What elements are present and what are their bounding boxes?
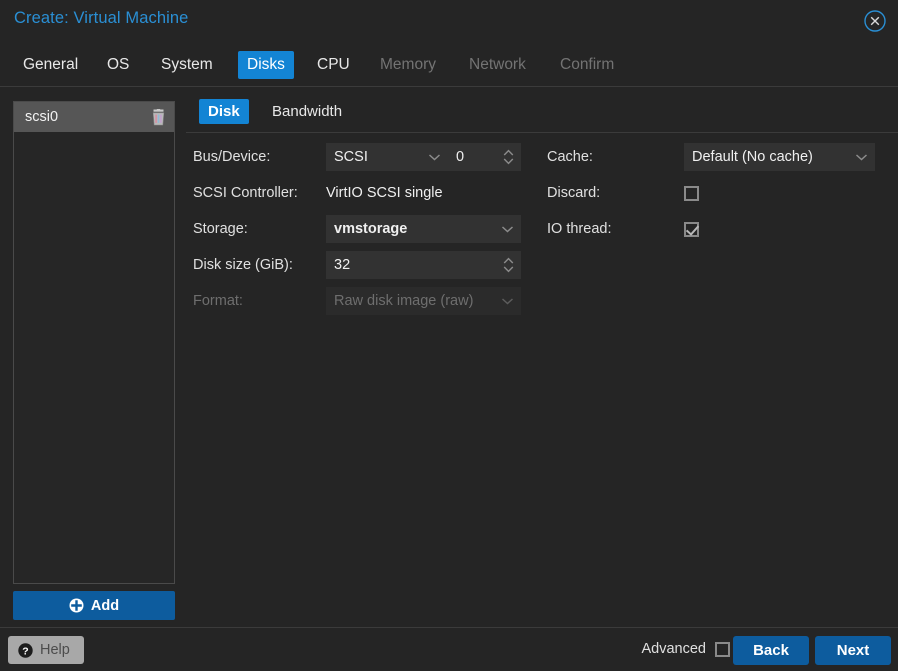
spinner-updown-icon[interactable] — [503, 148, 514, 166]
storage-select-value: vmstorage — [334, 221, 408, 237]
plus-circle-icon — [69, 598, 84, 613]
disk-size-label: Disk size (GiB): — [193, 257, 293, 273]
svg-text:?: ? — [22, 645, 28, 657]
bus-select[interactable]: SCSI — [326, 143, 448, 171]
cache-select-value: Default (No cache) — [692, 149, 813, 165]
format-label: Format: — [193, 293, 243, 309]
disk-list-item-label: scsi0 — [25, 109, 59, 125]
wizard-tab-bar: General OS System Disks CPU Memory Netwo… — [0, 44, 898, 87]
dialog-footer: ? Help Advanced Back Next — [0, 627, 898, 671]
tab-cpu[interactable]: CPU — [308, 51, 359, 79]
disk-settings-panel: Disk Bandwidth Bus/Device: SCSI 0 SCSI C… — [186, 87, 898, 627]
disk-subtab-bar: Disk Bandwidth — [199, 99, 898, 132]
scsi-controller-value: VirtIO SCSI single — [326, 185, 443, 201]
device-number-input[interactable]: 0 — [448, 143, 521, 171]
disk-list: scsi0 — [13, 101, 175, 584]
field-disk-size: Disk size (GiB): 32 — [193, 251, 521, 279]
storage-label: Storage: — [193, 221, 248, 237]
io-thread-label: IO thread: — [547, 221, 612, 237]
chevron-down-icon — [855, 153, 868, 162]
list-item[interactable]: scsi0 — [14, 102, 174, 132]
discard-label: Discard: — [547, 185, 601, 201]
field-scsi-controller: SCSI Controller: VirtIO SCSI single — [193, 179, 443, 207]
subtab-bandwidth[interactable]: Bandwidth — [263, 99, 351, 124]
add-disk-button-label: Add — [90, 597, 120, 614]
advanced-label: Advanced — [641, 641, 707, 657]
device-number-value: 0 — [456, 149, 465, 165]
help-button[interactable]: ? Help — [8, 636, 84, 664]
disk-size-input[interactable]: 32 — [326, 251, 521, 279]
format-select: Raw disk image (raw) — [326, 287, 521, 315]
field-bus-device: Bus/Device: SCSI 0 — [193, 143, 521, 171]
disk-form: Bus/Device: SCSI 0 SCSI Controller: Virt… — [186, 143, 898, 627]
chevron-down-icon — [501, 297, 514, 306]
tab-system[interactable]: System — [152, 51, 222, 79]
tab-memory: Memory — [380, 56, 436, 73]
close-circle-icon[interactable] — [863, 9, 887, 33]
create-vm-dialog: Create: Virtual Machine General OS Syste… — [0, 0, 898, 671]
tab-disks[interactable]: Disks — [238, 51, 294, 79]
discard-checkbox[interactable] — [684, 185, 699, 201]
dialog-titlebar: Create: Virtual Machine — [0, 0, 898, 44]
field-io-thread: IO thread: — [547, 215, 699, 243]
back-button[interactable]: Back — [733, 636, 809, 665]
subtab-disk[interactable]: Disk — [199, 99, 249, 124]
disk-size-value: 32 — [334, 257, 351, 273]
spinner-updown-icon[interactable] — [503, 256, 514, 274]
trash-icon[interactable] — [151, 108, 166, 126]
bus-device-label: Bus/Device: — [193, 149, 271, 165]
chevron-down-icon — [501, 225, 514, 234]
tab-os[interactable]: OS — [98, 51, 138, 79]
field-cache: Cache: Default (No cache) — [547, 143, 875, 171]
storage-select[interactable]: vmstorage — [326, 215, 521, 243]
help-button-label: Help — [40, 642, 70, 658]
chevron-down-icon — [428, 153, 441, 162]
question-circle-icon: ? — [18, 642, 33, 658]
field-storage: Storage: vmstorage — [193, 215, 521, 243]
tab-network: Network — [469, 56, 526, 73]
cache-select[interactable]: Default (No cache) — [684, 143, 875, 171]
add-disk-button[interactable]: Add — [13, 591, 175, 620]
io-thread-checkbox[interactable] — [684, 221, 699, 237]
dialog-title: Create: Virtual Machine — [14, 9, 189, 27]
field-discard: Discard: — [547, 179, 699, 207]
advanced-checkbox[interactable] — [715, 641, 730, 657]
bus-select-value: SCSI — [334, 149, 368, 165]
next-button[interactable]: Next — [815, 636, 891, 665]
subtab-separator — [186, 132, 898, 133]
tab-general[interactable]: General — [14, 51, 87, 79]
cache-label: Cache: — [547, 149, 593, 165]
scsi-controller-label: SCSI Controller: — [193, 185, 298, 201]
tab-confirm: Confirm — [560, 56, 615, 73]
field-format: Format: Raw disk image (raw) — [193, 287, 521, 315]
advanced-toggle[interactable]: Advanced — [641, 641, 730, 657]
dialog-body: scsi0 Add Disk Bandwidth Bus/Device: SCS… — [0, 87, 898, 627]
format-select-value: Raw disk image (raw) — [334, 293, 474, 309]
